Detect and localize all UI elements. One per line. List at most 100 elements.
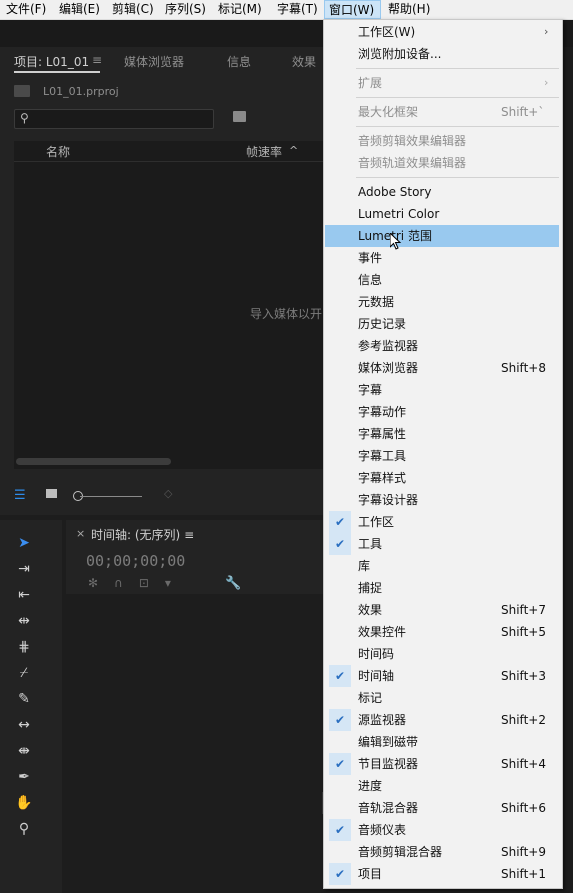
menu-item[interactable]: 字幕设计器 (325, 489, 559, 511)
slip-tool-icon[interactable]: ✎ (14, 690, 34, 708)
tab-media-browser[interactable]: 媒体浏览器 (124, 53, 184, 70)
menu-item[interactable]: 事件 (325, 247, 559, 269)
menu-file[interactable]: 文件(F) (2, 0, 50, 19)
timeline-menu-icon[interactable]: ≡ (184, 528, 194, 542)
menu-item[interactable]: 库 (325, 555, 559, 577)
menu-item[interactable]: ✔ 节目监视器 Shift+4 (325, 753, 559, 775)
menu-item-label: 时间码 (358, 647, 395, 661)
menu-item-label: 工作区 (358, 515, 395, 529)
menu-item[interactable]: 效果 Shift+7 (325, 599, 559, 621)
menu-title[interactable]: 字幕(T) (273, 0, 322, 19)
project-list[interactable]: 导入媒体以开 (14, 162, 330, 469)
menu-item[interactable]: 信息 (325, 269, 559, 291)
tab-project[interactable]: 项目: L01_01 (14, 53, 89, 70)
rolling-edit-tool-icon[interactable]: ⇹ (14, 612, 34, 630)
menu-item[interactable]: 媒体浏览器 Shift+8 (325, 357, 559, 379)
razor-tool-icon[interactable]: ⌿ (14, 664, 34, 682)
menu-help[interactable]: 帮助(H) (384, 0, 434, 19)
timeline-area[interactable] (66, 594, 336, 893)
icon-view-icon[interactable] (46, 489, 57, 498)
menu-item-label: 参考监视器 (358, 339, 419, 353)
timeline-tools[interactable]: ✻∩⊡▾ (88, 576, 187, 590)
tab-menu-icon[interactable]: ≡ (92, 53, 102, 67)
menu-item[interactable]: ✔ 音频仪表 (325, 819, 559, 841)
pen-tool-icon[interactable]: ⇼ (14, 742, 34, 760)
track-select-tool-icon[interactable]: ⇥ (14, 560, 34, 578)
search-input[interactable]: ⚲ (14, 109, 214, 129)
menu-item[interactable]: 字幕属性 (325, 423, 559, 445)
close-icon[interactable]: × (76, 527, 85, 540)
menu-item-label: 事件 (358, 251, 383, 265)
menu-item[interactable]: 字幕工具 (325, 445, 559, 467)
menu-window[interactable]: 窗口(W) (324, 0, 381, 19)
menu-separator (356, 68, 559, 69)
menu-item-label: 时间轴 (358, 669, 395, 683)
menu-item-label: Adobe Story (358, 185, 432, 199)
menu-item: 最大化框架 Shift+` (325, 101, 559, 123)
menu-item: 扩展 › (325, 72, 559, 94)
selection-tool-icon[interactable]: ➤ (14, 534, 34, 552)
check-icon: ✔ (329, 863, 351, 885)
menu-item[interactable]: ✔ 时间轴 Shift+3 (325, 665, 559, 687)
menu-item: 音频剪辑效果编辑器 (325, 130, 559, 152)
menu-item-label: 编辑到磁带 (358, 735, 419, 749)
tab-effects[interactable]: 效果 (292, 53, 316, 70)
menu-item[interactable]: 捕捉 (325, 577, 559, 599)
menu-item[interactable]: 字幕样式 (325, 467, 559, 489)
tab-info[interactable]: 信息 (227, 53, 251, 70)
menu-item[interactable]: 工作区(W) › (325, 21, 559, 43)
horizontal-scrollbar[interactable] (16, 458, 171, 465)
slide-tool-icon[interactable]: ↔ (14, 716, 34, 734)
column-name[interactable]: 名称 (46, 143, 70, 160)
menu-item[interactable]: 历史记录 (325, 313, 559, 335)
menu-clip[interactable]: 剪辑(C) (108, 0, 158, 19)
menu-item[interactable]: 进度 (325, 775, 559, 797)
menu-item[interactable]: 元数据 (325, 291, 559, 313)
menu-item[interactable]: 音频剪辑混合器 Shift+9 (325, 841, 559, 863)
menu-item-label: 工作区(W) (358, 25, 416, 39)
menu-item-label: 捕捉 (358, 581, 383, 595)
new-bin-icon[interactable] (233, 111, 246, 122)
wrench-icon[interactable]: 🔧 (225, 576, 241, 591)
zoom-tool-icon[interactable]: ⚲ (14, 820, 34, 838)
sort-icon[interactable]: ◇ (164, 487, 172, 500)
column-frame-rate[interactable]: 帧速率 (246, 143, 282, 160)
search-icon: ⚲ (20, 111, 29, 125)
menu-item[interactable]: 参考监视器 (325, 335, 559, 357)
ripple-edit-tool-icon[interactable]: ⇤ (14, 586, 34, 604)
list-view-icon[interactable]: ☰ (14, 488, 26, 503)
menu-item[interactable]: ✔ 工作区 (325, 511, 559, 533)
menu-item[interactable]: 字幕 (325, 379, 559, 401)
brush-tool-icon[interactable]: ✒ (14, 768, 34, 786)
menu-item[interactable]: 音轨混合器 Shift+6 (325, 797, 559, 819)
menu-item[interactable]: Lumetri 范围 (325, 225, 559, 247)
menu-item[interactable]: 字幕动作 (325, 401, 559, 423)
menu-sequence[interactable]: 序列(S) (161, 0, 210, 19)
menu-item[interactable]: 浏览附加设备... (325, 43, 559, 65)
menu-item-label: 效果控件 (358, 625, 407, 639)
menu-separator (356, 97, 559, 98)
menu-item-label: 字幕工具 (358, 449, 407, 463)
menu-item-shortcut: Shift+2 (501, 713, 546, 727)
menu-edit[interactable]: 编辑(E) (55, 0, 104, 19)
menu-item-shortcut: Shift+5 (501, 625, 546, 639)
sort-arrow-icon[interactable]: ^ (289, 144, 298, 157)
menu-item[interactable]: ✔ 项目 Shift+1 (325, 863, 559, 885)
menu-item[interactable]: 标记 (325, 687, 559, 709)
menu-item[interactable]: 效果控件 Shift+5 (325, 621, 559, 643)
menu-item[interactable]: 编辑到磁带 (325, 731, 559, 753)
timeline-title: 时间轴: (无序列) ≡ (91, 526, 194, 543)
rate-stretch-tool-icon[interactable]: ⋕ (14, 638, 34, 656)
menu-item[interactable]: Adobe Story (325, 181, 559, 203)
menu-markers[interactable]: 标记(M) (214, 0, 266, 19)
hand-tool-icon[interactable]: ✋ (14, 794, 34, 812)
menu-item[interactable]: ✔ 工具 (325, 533, 559, 555)
timecode-display[interactable]: 00;00;00;00 (86, 552, 185, 570)
menu-item[interactable]: Lumetri Color (325, 203, 559, 225)
menu-item[interactable]: ✔ 源监视器 Shift+2 (325, 709, 559, 731)
menu-item-shortcut: Shift+` (501, 105, 545, 119)
menu-item[interactable]: 时间码 (325, 643, 559, 665)
active-tab-indicator (14, 71, 100, 73)
zoom-slider[interactable] (80, 496, 142, 497)
menu-item-label: 浏览附加设备... (358, 47, 442, 61)
